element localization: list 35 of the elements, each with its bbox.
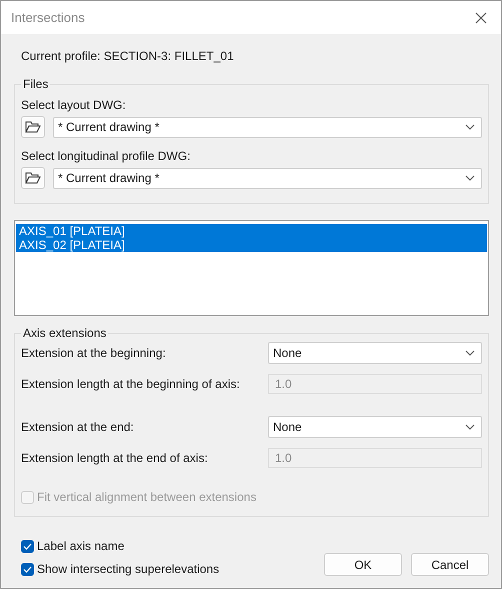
window-title: Intersections: [11, 10, 85, 25]
dropdown[interactable]: None: [268, 416, 482, 438]
checkmark-icon: [23, 542, 32, 550]
list-item[interactable]: AXIS_02 [PLATEIA]: [16, 238, 487, 252]
browse-button[interactable]: [21, 167, 45, 189]
dialog-button[interactable]: Cancel: [411, 553, 489, 576]
chevron-down-icon: [465, 175, 475, 181]
field-label: Extension at the beginning:: [21, 346, 167, 360]
folder-icon: [25, 172, 41, 184]
checkbox[interactable]: [21, 562, 34, 576]
checkbox[interactable]: [21, 540, 34, 552]
dropdown[interactable]: * Current drawing *: [53, 116, 482, 138]
checkbox-label: Fit vertical alignment between extensions: [37, 490, 256, 504]
field-label: Select layout DWG:: [21, 98, 127, 112]
field-label: Extension length at the end of axis:: [21, 451, 209, 465]
group-title: Files: [22, 77, 50, 91]
chevron-down-icon: [465, 350, 475, 356]
current-profile-text: Current profile: SECTION-3: FILLET_01: [21, 49, 235, 63]
folder-icon: [25, 121, 41, 133]
field-label: Extension length at the beginning of axis:: [21, 377, 241, 391]
dropdown[interactable]: None: [268, 342, 482, 364]
chevron-down-icon: [465, 424, 475, 430]
checkbox-label: Label axis name: [37, 539, 124, 553]
close-icon: [475, 12, 487, 24]
checkmark-icon: [23, 566, 32, 572]
field-label: Select longitudinal profile DWG:: [21, 149, 192, 163]
close-button[interactable]: [473, 10, 489, 26]
field-label: Extension at the end:: [21, 420, 135, 434]
browse-button[interactable]: [21, 116, 45, 138]
dialog-button[interactable]: OK: [324, 553, 402, 576]
dropdown[interactable]: * Current drawing *: [53, 168, 482, 188]
chevron-down-icon: [465, 124, 475, 130]
group-title: Axis extensions: [22, 326, 108, 340]
list-item[interactable]: AXIS_01 [PLATEIA]: [16, 224, 487, 238]
checkbox-label: Show intersecting superelevations: [37, 562, 220, 576]
